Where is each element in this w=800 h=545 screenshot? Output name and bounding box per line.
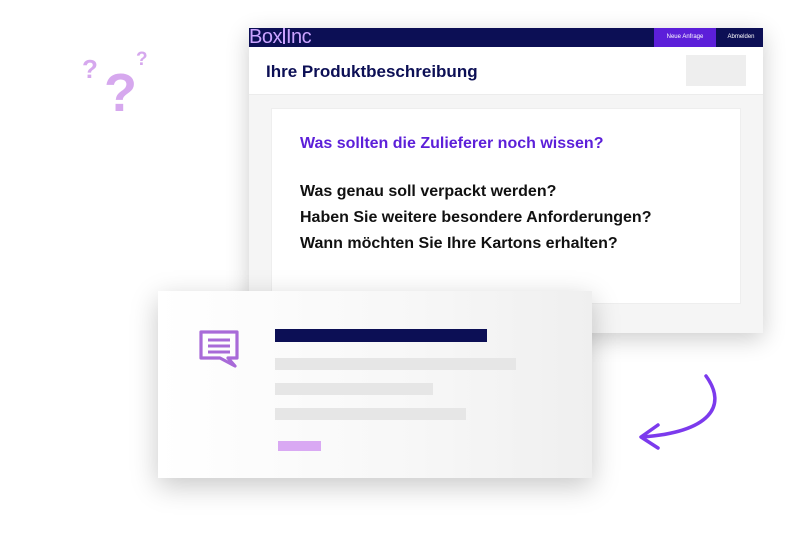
boxinc-logo[interactable]: Box Inc <box>249 26 312 49</box>
app-window: Box Inc Neue Anfrage Abmelden Ihre Produk… <box>249 26 763 333</box>
logo-divider <box>282 28 285 44</box>
placeholder-title-bar <box>275 329 487 342</box>
question-item: Was genau soll verpackt werden? <box>300 183 557 200</box>
logo-text-inc: Inc <box>285 26 312 48</box>
placeholder-text-line <box>275 383 433 395</box>
logo-text-box: Box <box>249 26 282 48</box>
question-mark-large-icon: ? <box>104 63 137 123</box>
app-header: Box Inc Neue Anfrage Abmelden <box>249 26 763 49</box>
question-item: Haben Sie weitere besondere Anforderunge… <box>300 209 652 226</box>
placeholder-action-button[interactable] <box>278 441 321 451</box>
page-title: Ihre Produktbeschreibung <box>266 62 478 81</box>
new-request-button[interactable]: Neue Anfrage <box>654 28 716 47</box>
question-mark-tiny-icon: ? <box>136 49 148 70</box>
card-heading: Was sollten die Zulieferer noch wissen? <box>300 135 604 152</box>
question-mark-small-icon: ? <box>82 54 98 84</box>
question-item: Wann möchten Sie Ihre Kartons erhalten? <box>300 235 618 252</box>
logout-button[interactable]: Abmelden <box>719 28 763 47</box>
placeholder-text-line <box>275 408 466 420</box>
title-action-placeholder[interactable] <box>686 55 746 86</box>
message-card <box>158 291 592 478</box>
title-bar: Ihre Produktbeschreibung <box>249 47 763 95</box>
placeholder-text-line <box>275 358 516 370</box>
chat-icon <box>199 330 239 368</box>
curved-arrow-icon <box>639 374 717 450</box>
question-card: Was sollten die Zulieferer noch wissen? … <box>271 108 741 304</box>
